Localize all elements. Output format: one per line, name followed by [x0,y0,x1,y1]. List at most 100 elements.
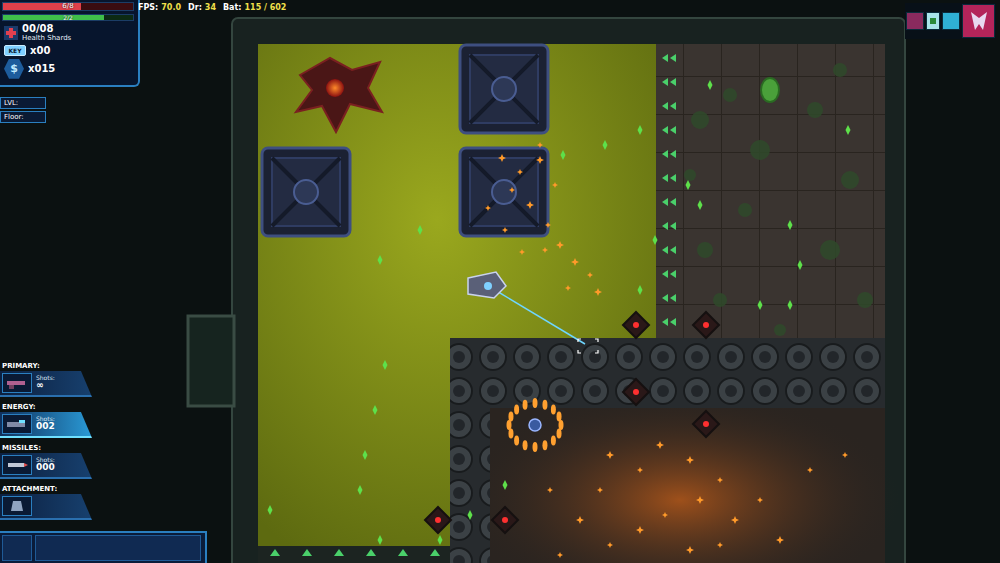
weapon-slot[interactable]: ENERGY:Shots:002 [0,403,92,438]
money-counter: $ x015 [2,59,134,79]
leaf-particle [698,200,703,210]
missile-weapon-icon [5,458,29,472]
spark [517,169,523,175]
leaf-particle [438,535,443,545]
vine [857,292,873,308]
left-arrow-icon [662,126,676,134]
spark [485,205,491,211]
minimap [905,3,996,39]
keys-counter: KEYx00 [2,45,134,56]
spark [571,258,579,266]
vine [750,140,770,160]
info-stack: LVL:Floor: [0,97,140,123]
flame [551,436,556,446]
weapon-row [0,494,92,520]
flame [523,440,528,450]
shots-value: 000 [36,463,55,473]
leaf-particle [268,505,273,515]
spark [757,497,763,503]
leaf-particle [363,450,368,460]
spark [776,536,784,544]
spark [498,154,506,162]
health-bar: 6/8 [2,2,134,11]
weapon-label: ENERGY: [0,403,92,411]
energy-bar: 2/2 [2,14,134,21]
leaf-particle [468,510,473,520]
weapon-slot[interactable]: ATTACHMENT: [0,485,92,520]
vine [820,240,840,260]
spark [576,516,584,524]
leaf-particle [788,220,793,230]
flame [551,404,556,414]
money-count: x015 [28,63,55,74]
spark [731,516,739,524]
up-arrow-group [270,549,440,556]
spark [547,487,553,493]
shots-info: Shots:∞ [36,375,55,391]
minimap-room-room [906,12,924,30]
weapon-row: Shots:∞ [0,371,92,397]
vine [807,102,823,118]
spark [537,142,543,148]
vine [833,63,847,77]
game-screen: 6/82/200/08Health ShardsKEYx00$x015LVL:F… [0,0,1000,563]
spark [536,156,544,164]
status-panel: 6/82/200/08Health ShardsKEYx00$x015 [0,0,140,87]
spark [557,552,563,558]
leaf-particle [846,125,851,135]
fire-glow [460,390,900,563]
flame [557,428,562,438]
spark [696,496,704,504]
up-arrow-icon [366,549,376,556]
weapon-panel: PRIMARY:Shots:∞ ENERGY:Shots:002 MISSILES:… [0,362,92,520]
leaf-particle [378,255,383,265]
left-arrow-icon [662,150,676,158]
mine [693,411,719,437]
fire-ring [507,398,564,452]
spark [542,247,548,253]
spark [552,182,558,188]
shots-label: Shots: [36,457,55,464]
spark [509,187,515,193]
leaf-particle [758,300,763,310]
spark [686,456,694,464]
weapon-label: ATTACHMENT: [0,485,92,493]
metal-crate [262,148,350,236]
reticle-icon [578,339,598,353]
info-box: LVL: [0,97,46,109]
leaf-particle [358,485,363,495]
weapon-label: MISSILES: [0,444,92,452]
weapon-row: Shots:000 [0,453,92,479]
leaf-particle [561,150,566,160]
vine [738,203,752,217]
energy-reading: 2/2 [3,15,133,20]
spark [556,241,564,249]
boss-creature [296,58,382,132]
up-arrow-icon [430,549,440,556]
weapon-slot[interactable]: PRIMARY:Shots:∞ [0,362,92,397]
boss-emblem-icon [969,10,989,32]
spark [842,452,848,458]
shots-info: Shots:000 [36,457,55,473]
spark [519,249,525,255]
health-cross-icon [4,26,18,40]
money-icon: $ [4,59,24,79]
spark [587,272,593,278]
metal-crate [460,148,548,236]
vine [684,169,696,181]
energy-fill [3,15,104,20]
weapon-icon-box [2,414,32,434]
leaf-particle [383,360,388,370]
weapon-slot[interactable]: MISSILES: Shots:000 [0,444,92,479]
spark [597,487,603,493]
left-arrow-icon [662,270,676,278]
shots-label: Shots: [36,375,55,382]
spark [565,285,571,291]
flame [514,436,519,446]
flame [542,400,547,410]
leaf-particle [638,125,643,135]
left-arrow-icon [662,54,676,62]
weapon-icon-box [2,455,32,475]
up-arrow-icon [270,549,280,556]
spark [607,542,613,548]
